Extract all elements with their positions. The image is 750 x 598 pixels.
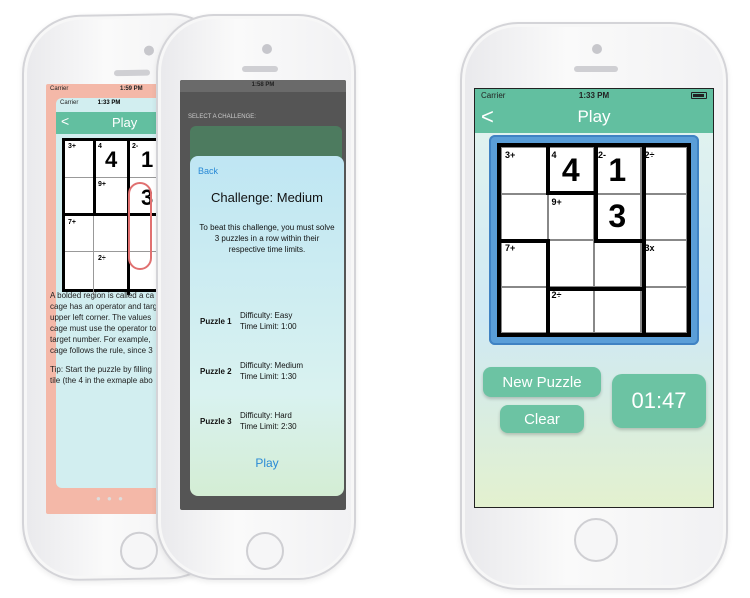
board-cell[interactable]: 3 [594,193,641,240]
puzzle-difficulty: Difficulty: Hard [240,411,292,420]
speaker-grille [114,69,150,77]
play-button[interactable]: Play [190,456,344,470]
nav-title: Play [112,115,138,130]
tutorial-line: A bolded region is called a ca [50,291,155,300]
cell-value [502,195,547,240]
cell-value: 4 [561,151,580,188]
board-cell[interactable] [547,240,594,287]
tutorial-line: target number. For example, [50,335,151,344]
board-cell[interactable] [640,286,687,333]
speaker-grille [242,66,278,72]
cage-label: 4 [98,143,102,150]
puzzle-name: Puzzle 1 [200,317,232,326]
challenge-detail-sheet: Back Challenge: Medium To beat this chal… [190,156,344,496]
tutorial-line: tile (the 4 in the exmaple abo [50,376,153,385]
home-button[interactable] [246,532,284,570]
nav-title: Play [577,107,611,126]
board-cell[interactable]: 3x [640,240,687,287]
cell-value [595,288,640,333]
cell-value [549,195,594,240]
tutorial-navbar: < Play [56,112,162,134]
cell-value [642,241,687,286]
cell-value [595,241,640,286]
puzzle-difficulty: Difficulty: Easy [240,311,293,320]
cell-value [642,195,687,240]
back-button[interactable]: Back [198,166,218,176]
puzzle-time-limit: Time Limit: 1:30 [240,372,297,381]
puzzle-time-limit: Time Limit: 2:30 [240,422,297,431]
board-frame: 3+ 4 4 2- 1 2÷ 9+ 3 7+ 3x 2÷ [489,135,699,345]
cage-label: 9+ [98,181,106,188]
status-bar: Carrier 1:59 PM [46,84,162,96]
select-challenge-header: SELECT A CHALLENGE: [188,114,256,120]
battery-icon [691,92,707,99]
tutorial-line: Tip: Start the puzzle by filling [50,365,152,374]
cell-value [502,241,547,286]
board-cell[interactable]: 44 [547,147,594,194]
cage-label: 2- [132,143,139,150]
play-screen: Carrier 1:33 PM < Play 3+ 4 4 2- 1 2÷ 9+ 3 7+ 3x 2… [474,88,714,508]
status-bar: Carrier 1:33 PM [475,89,713,103]
cage-label: 7+ [68,219,76,226]
cell-value [549,241,594,286]
back-chevron-icon[interactable]: < [61,113,69,129]
page-indicator: ● ● ● [96,494,125,503]
tutorial-screen: Carrier 1:59 PM Carrier 1:33 PM < Play 3… [46,84,162,514]
cell-value [502,148,547,193]
inner-status-time: 1:33 PM [97,100,121,106]
app-store-preview: Carrier 1:59 PM Carrier 1:33 PM < Play 3… [0,0,750,598]
board-cell[interactable]: 3+ [501,147,548,194]
challenge-screen: 1:58 PM SELECT A CHALLENGE: Easy Back Ch… [180,80,346,510]
cage-label: 3+ [68,143,76,150]
board-cell[interactable] [640,193,687,240]
cell-value: 1 [141,147,154,172]
tutorial-line: cage must use the operator to [50,324,157,333]
clear-button[interactable]: Clear [500,405,584,433]
puzzle-name: Puzzle 2 [200,367,232,376]
puzzle-board: 3+ 4 4 2- 1 2÷ 9+ 3 7+ 3x 2÷ [497,143,691,337]
cell-value [642,148,687,193]
cell-value [502,288,547,333]
tutorial-line: cage follows the rule, since 3 [50,346,153,355]
puzzle-difficulty: Difficulty: Medium [240,361,303,370]
camera-icon [144,45,154,56]
puzzle-time-limit: Time Limit: 1:00 [240,322,297,331]
board-cell[interactable]: 7+ [501,240,548,287]
tutorial-line: upper left corner. The values [50,313,152,322]
home-button[interactable] [574,518,618,562]
board-cell[interactable] [501,286,548,333]
new-puzzle-button[interactable]: New Puzzle [483,367,601,397]
board-cell[interactable] [594,240,641,287]
board-cell[interactable]: 9+ [547,193,594,240]
cell-value: 1 [608,151,627,188]
cell-value: 4 [105,147,118,172]
sheet-title: Challenge: Medium [210,190,323,205]
cell-value [549,288,594,333]
puzzle-name: Puzzle 3 [200,417,232,426]
status-time: 1:58 PM [251,82,275,88]
board-cell[interactable]: 2÷ [547,286,594,333]
tutorial-line: cage has an operator and targ [50,302,158,311]
cage-label: 2÷ [98,255,106,262]
home-button[interactable] [120,531,158,571]
navbar: < Play [475,103,713,133]
cell-value [642,288,687,333]
cell-value: 3 [608,198,627,235]
status-time: 1:59 PM [120,86,143,92]
carrier-label: Carrier [50,86,69,92]
challenge-description: To beat this challenge, you must solve 3… [199,223,335,254]
tutorial-text: A bolded region is called a ca cage has … [50,290,162,386]
camera-icon [592,44,602,54]
speaker-grille [574,66,618,72]
status-time: 1:33 PM [578,91,610,100]
board-cell[interactable] [501,193,548,240]
status-bar: 1:58 PM [180,80,346,92]
camera-icon [262,44,272,54]
board-cell[interactable]: 2÷ [640,147,687,194]
highlight-circle [128,182,152,270]
board-cell[interactable]: 2- 1 [594,147,641,194]
board-cell[interactable] [594,286,641,333]
timer-display: 01:47 [612,374,706,428]
